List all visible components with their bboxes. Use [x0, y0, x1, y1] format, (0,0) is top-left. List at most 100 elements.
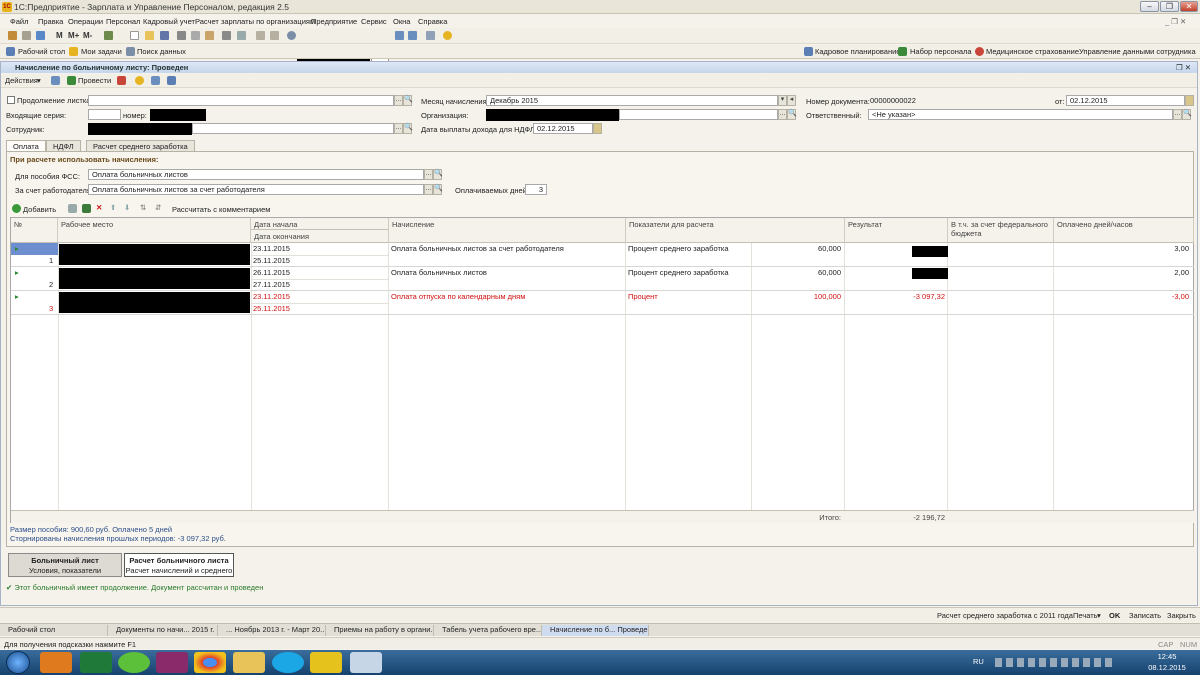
avg-earnings-2011-button[interactable]: Расчет среднего заработка с 2011 года: [937, 611, 1073, 620]
col-header-result[interactable]: Результат: [845, 218, 948, 243]
month-field[interactable]: Декабрь 2015: [486, 95, 778, 106]
memory-plus-button[interactable]: M+: [68, 31, 79, 40]
print-button[interactable]: Печать: [1073, 611, 1098, 620]
employee-open-button[interactable]: 🔍: [403, 123, 413, 134]
row-paid-days[interactable]: -3,00: [1055, 292, 1189, 301]
row-paid-days[interactable]: 3,00: [1055, 244, 1189, 253]
col-header-workplace[interactable]: Рабочее место: [58, 218, 251, 243]
row-indicator-value[interactable]: 60,000: [753, 244, 841, 253]
continuation-select-button[interactable]: …: [394, 95, 403, 106]
row-accrual[interactable]: Оплата больничных листов: [391, 268, 487, 277]
menu-personnel[interactable]: Персонал: [106, 17, 140, 26]
skype-icon[interactable]: [272, 652, 304, 673]
print-icon[interactable]: [222, 31, 231, 40]
continuation-field[interactable]: [88, 95, 394, 106]
recruitment-button[interactable]: Набор персонала: [910, 47, 972, 56]
menu-windows[interactable]: Окна: [393, 17, 410, 26]
menu-payroll[interactable]: Расчет зарплаты по организациям: [195, 17, 315, 26]
sort-asc-icon[interactable]: ⇅: [140, 203, 146, 212]
hr-planning-button[interactable]: Кадровое планирование: [815, 47, 900, 56]
maximize-button[interactable]: ❐: [1160, 1, 1179, 12]
document-window-controls[interactable]: ❐ ✕: [1176, 63, 1191, 72]
window-tab[interactable]: Табель учета рабочего вре...: [434, 625, 542, 636]
table-row[interactable]: ▸ 1 23.11.2015 25.11.2015 Оплата больнич…: [11, 243, 1194, 267]
post-button[interactable]: Провести: [78, 76, 111, 85]
col-header-date-end[interactable]: Дата окончания: [251, 230, 389, 243]
move-up-icon[interactable]: ⬆: [110, 203, 116, 212]
menu-help[interactable]: Справка: [418, 17, 447, 26]
paste-icon[interactable]: [205, 31, 214, 40]
memory-button[interactable]: M: [56, 31, 63, 40]
window-tab[interactable]: Рабочий стол: [0, 625, 108, 636]
new-document-icon[interactable]: [130, 31, 139, 40]
mdi-window-controls[interactable]: _ ❐ ✕: [1165, 17, 1186, 26]
winrar-icon[interactable]: [156, 652, 188, 673]
ndfl-calendar-button[interactable]: [593, 123, 602, 134]
row-indicator[interactable]: Процент среднего заработка: [628, 268, 729, 277]
row-date-end[interactable]: 25.11.2015: [253, 256, 290, 265]
row-date-end[interactable]: 25.11.2015: [253, 304, 290, 313]
data-search-button[interactable]: Поиск данных: [137, 47, 186, 56]
copy-row-icon[interactable]: [68, 204, 77, 213]
organization-open-button[interactable]: 🔍: [787, 109, 797, 120]
clock-date[interactable]: 08.12.2015: [1144, 663, 1190, 672]
fss-select-button[interactable]: …: [424, 169, 433, 180]
minimize-button[interactable]: –: [1140, 1, 1159, 12]
desktop-button[interactable]: Рабочий стол: [18, 47, 65, 56]
menu-enterprise[interactable]: Предприятие: [311, 17, 357, 26]
row-indicator-value[interactable]: 100,000: [753, 292, 841, 301]
continuation-open-button[interactable]: 🔍: [403, 95, 413, 106]
preview-icon[interactable]: [237, 31, 246, 40]
window-list-icon[interactable]: [426, 31, 435, 40]
calculator-icon[interactable]: [22, 31, 31, 40]
move-down-icon[interactable]: ⬇: [124, 203, 130, 212]
continuation-checkbox[interactable]: [7, 96, 15, 104]
table-icon[interactable]: [104, 31, 113, 40]
save-icon[interactable]: [160, 31, 169, 40]
col-header-indicators[interactable]: Показатели для расчета: [626, 218, 845, 243]
calc-with-comment-button[interactable]: Рассчитать с комментарием: [172, 205, 270, 214]
tray-icons[interactable]: [995, 658, 1115, 667]
col-header-federal[interactable]: В т.ч. за счет федерального бюджета: [948, 218, 1054, 243]
ok-button[interactable]: OK: [1109, 611, 1120, 620]
responsible-field[interactable]: <Не указан>: [868, 109, 1173, 120]
row-date-start[interactable]: 23.11.2015: [253, 244, 290, 253]
row-result[interactable]: -3 097,32: [847, 292, 945, 301]
window-tab-active[interactable]: Начисление по б... Проведен: [542, 625, 649, 636]
col-header-date-start[interactable]: Дата начала: [251, 218, 389, 230]
print-form-icon[interactable]: [117, 76, 126, 85]
menu-service[interactable]: Сервис: [361, 17, 387, 26]
doc-date-field[interactable]: 02.12.2015: [1066, 95, 1185, 106]
accruals-table[interactable]: № Рабочее место Дата начала Дата окончан…: [10, 217, 1194, 523]
doc-calendar-button[interactable]: [1185, 95, 1194, 106]
remote-user-icon[interactable]: [350, 652, 382, 673]
actions-dropdown-icon[interactable]: ▾: [37, 76, 41, 85]
employee-data-button[interactable]: Управление данными сотрудника: [1079, 47, 1196, 56]
window-tab[interactable]: ... Ноябрь 2013 г. - Март 20...: [218, 625, 326, 636]
menu-file[interactable]: Файл: [10, 17, 28, 26]
start-button[interactable]: [6, 651, 30, 674]
structure-icon[interactable]: [151, 76, 160, 85]
col-header-accrual[interactable]: Начисление: [389, 218, 626, 243]
employer-open-button[interactable]: 🔍: [433, 184, 443, 195]
print-dropdown-icon[interactable]: ▾: [1097, 611, 1101, 620]
row-date-start[interactable]: 23.11.2015: [253, 292, 290, 301]
calc-icon[interactable]: [36, 31, 45, 40]
onec-icon[interactable]: [310, 652, 342, 673]
table-row[interactable]: ▸ 3 23.11.2015 25.11.2015 Оплата отпуска…: [11, 291, 1194, 315]
employee-field[interactable]: [88, 123, 192, 135]
sort-desc-icon[interactable]: ⇵: [155, 203, 161, 212]
cut-icon[interactable]: [177, 31, 186, 40]
explorer-icon[interactable]: [233, 652, 265, 673]
row-result[interactable]: [912, 246, 948, 257]
find-next-icon[interactable]: [395, 31, 404, 40]
month-spin-button[interactable]: ◂: [787, 95, 796, 106]
search-icon[interactable]: [287, 31, 296, 40]
excel-icon[interactable]: [80, 652, 112, 673]
help-icon[interactable]: [443, 31, 452, 40]
row-result[interactable]: [912, 268, 948, 279]
row-workplace[interactable]: [59, 268, 250, 289]
organization-field[interactable]: [486, 109, 619, 121]
tab-average-earnings[interactable]: Расчет среднего заработка: [86, 140, 195, 151]
col-header-paid-days[interactable]: Оплачено дней/часов: [1054, 218, 1194, 243]
